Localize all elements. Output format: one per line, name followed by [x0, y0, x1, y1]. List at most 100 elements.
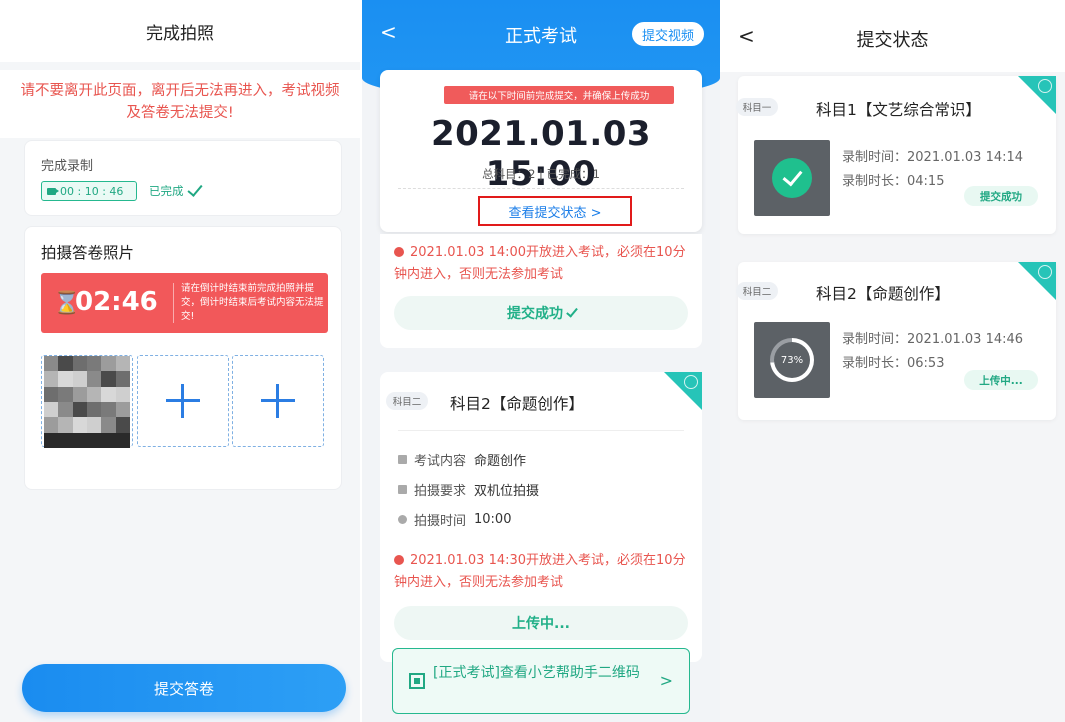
mosaic-cell: [72, 356, 87, 372]
submit-status-screen: < 提交状态 科目一 科目1【文艺综合常识】 录制时间：2021.01.03 1…: [720, 0, 1065, 722]
subject2-warning-text: 2021.01.03 14:30开放进入考试，必须在10分钟内进入，否则无法参加…: [394, 553, 686, 590]
subject-tag: 科目一: [736, 98, 778, 116]
mosaic-cell: [101, 386, 116, 402]
mosaic-cell: [86, 432, 102, 448]
mosaic-cell: [58, 386, 73, 402]
record-time: 录制时间：2021.01.03 14:14: [842, 150, 1024, 165]
status-badge: 上传中...: [964, 370, 1038, 390]
status-seal-icon: [1038, 265, 1052, 279]
mosaic-cell: [86, 371, 102, 387]
shooting-requirement-row: 拍摄要求 双机位拍摄: [398, 480, 539, 499]
upload-progress-text: 73%: [774, 342, 810, 378]
video-thumbnail: [754, 140, 830, 216]
row-key: 拍摄要求: [414, 484, 467, 499]
video-camera-icon: [47, 187, 59, 195]
page-title: 提交状态: [856, 30, 929, 51]
subject1-warning-text: 2021.01.03 14:00开放进入考试，必须在10分钟内进入，否则无法参加…: [394, 245, 686, 282]
row-value: 命题创作: [474, 454, 527, 469]
mosaic-cell: [86, 401, 102, 418]
subject2-card[interactable]: 科目二 科目2【命题创作】 考试内容 命题创作 拍摄要求 双机位拍摄 拍摄时间 …: [380, 372, 702, 662]
recording-label: 完成录制: [41, 159, 94, 174]
formal-exam-screen: < 正式考试 提交视频 请在以下时间前完成提交，并确保上传成功 2021.01.…: [362, 0, 720, 722]
countdown-banner: ⌛ 02:46 请在倒计时结束前完成拍照并提交，倒计时结束后考试内容无法提交!: [41, 273, 328, 333]
view-submit-status-link[interactable]: 查看提交状态 >: [478, 196, 632, 226]
mosaic-cell: [115, 386, 130, 402]
check-icon: [566, 304, 578, 318]
mosaic-cell: [115, 432, 130, 448]
mosaic-cell: [115, 356, 130, 372]
video-thumbnail: 73%: [754, 322, 830, 398]
mosaic-cell: [58, 401, 73, 418]
subject2-status-card[interactable]: 科目二 科目2【命题创作】 73% 录制时间：2021.01.03 14:46 …: [736, 262, 1056, 420]
mosaic-cell: [58, 432, 73, 448]
photo-thumbnail[interactable]: [41, 355, 133, 448]
mosaic-cell: [58, 371, 73, 387]
subject1-status-text: 提交成功: [507, 306, 563, 322]
alert-icon: [394, 555, 404, 565]
subject-tag: 科目二: [386, 392, 428, 410]
subject1-warning: 2021.01.03 14:00开放进入考试，必须在10分钟内进入，否则无法参加…: [394, 242, 694, 286]
chevron-right-icon: >: [659, 671, 673, 690]
mosaic-cell: [44, 432, 59, 448]
submit-answer-button[interactable]: 提交答卷: [22, 664, 346, 712]
row-value: 双机位拍摄: [474, 484, 540, 499]
page-title: 完成拍照: [0, 0, 360, 62]
mosaic-cell: [72, 386, 87, 402]
recording-card: 完成录制 00 : 10 : 46 已完成: [24, 140, 342, 216]
add-photo-button-1[interactable]: [137, 355, 229, 447]
success-check-icon: [772, 158, 812, 198]
subject-name: 科目1【文艺综合常识】: [816, 101, 981, 119]
subject-name: 科目2【命题创作】: [450, 395, 584, 413]
alert-icon: [394, 247, 404, 257]
mosaic-cell: [44, 356, 59, 372]
shooting-time-row: 拍摄时间 10:00: [398, 510, 511, 529]
recording-duration-badge: 00 : 10 : 46: [41, 181, 137, 201]
deadline-tag: 请在以下时间前完成提交，并确保上传成功: [444, 86, 674, 104]
check-icon: [186, 181, 203, 197]
mosaic-cell: [115, 401, 130, 418]
subject-name: 科目2【命题创作】: [816, 285, 950, 303]
mosaic-cell: [44, 417, 59, 433]
mosaic-cell: [101, 356, 116, 372]
leave-warning: 请不要离开此页面，离开后无法再进入，考试视频及答卷无法提交!: [0, 70, 360, 138]
add-photo-button-2[interactable]: [232, 355, 324, 447]
submit-video-button[interactable]: 提交视频: [632, 22, 704, 46]
recording-status: 已完成: [149, 181, 203, 199]
pixelated-photo: [44, 356, 130, 448]
row-value: 10:00: [474, 512, 512, 527]
document-icon: [398, 455, 407, 464]
mosaic-cell: [86, 386, 102, 402]
answer-photo-card: 拍摄答卷照片 ⌛ 02:46 请在倒计时结束前完成拍照并提交，倒计时结束后考试内…: [24, 226, 342, 490]
countdown-note: 请在倒计时结束前完成拍照并提交，倒计时结束后考试内容无法提交!: [181, 283, 324, 322]
qr-code-icon: [409, 673, 425, 689]
record-time: 录制时间：2021.01.03 14:46: [842, 332, 1024, 347]
record-duration: 录制时长：06:53: [842, 356, 945, 371]
divider: [173, 283, 174, 323]
clock-icon: [398, 515, 407, 524]
mosaic-cell: [115, 371, 130, 387]
mosaic-cell: [72, 432, 87, 448]
mosaic-cell: [101, 432, 116, 448]
qr-code-link[interactable]: [正式考试]查看小艺帮助手二维码 >: [392, 648, 690, 714]
deadline-time: 2021.01.03 15:00: [430, 114, 652, 194]
subject-tag: 科目二: [736, 282, 778, 300]
photo-mosaic: [44, 356, 130, 448]
subject-progress: 总科目：2 | 已完成：1: [482, 167, 600, 181]
qr-link-text: [正式考试]查看小艺帮助手二维码: [433, 665, 640, 681]
mosaic-cell: [101, 401, 116, 418]
subject1-card: 2021.01.03 14:00开放进入考试，必须在10分钟内进入，否则无法参加…: [380, 234, 702, 348]
countdown-timer: 02:46: [75, 287, 158, 317]
row-key: 拍摄时间: [414, 514, 467, 529]
subject1-status-card[interactable]: 科目一 科目1【文艺综合常识】 录制时间：2021.01.03 14:14 录制…: [736, 76, 1056, 234]
video-icon: [398, 485, 407, 494]
mosaic-cell: [72, 371, 87, 387]
plus-icon: [261, 384, 295, 418]
mosaic-cell: [58, 356, 73, 372]
subject2-status: 上传中...: [394, 606, 688, 640]
mosaic-cell: [72, 417, 87, 433]
divider: [398, 430, 684, 431]
status-seal-icon: [1038, 79, 1052, 93]
recording-duration: 00 : 10 : 46: [60, 184, 124, 198]
mosaic-cell: [44, 386, 59, 402]
plus-icon: [166, 384, 200, 418]
